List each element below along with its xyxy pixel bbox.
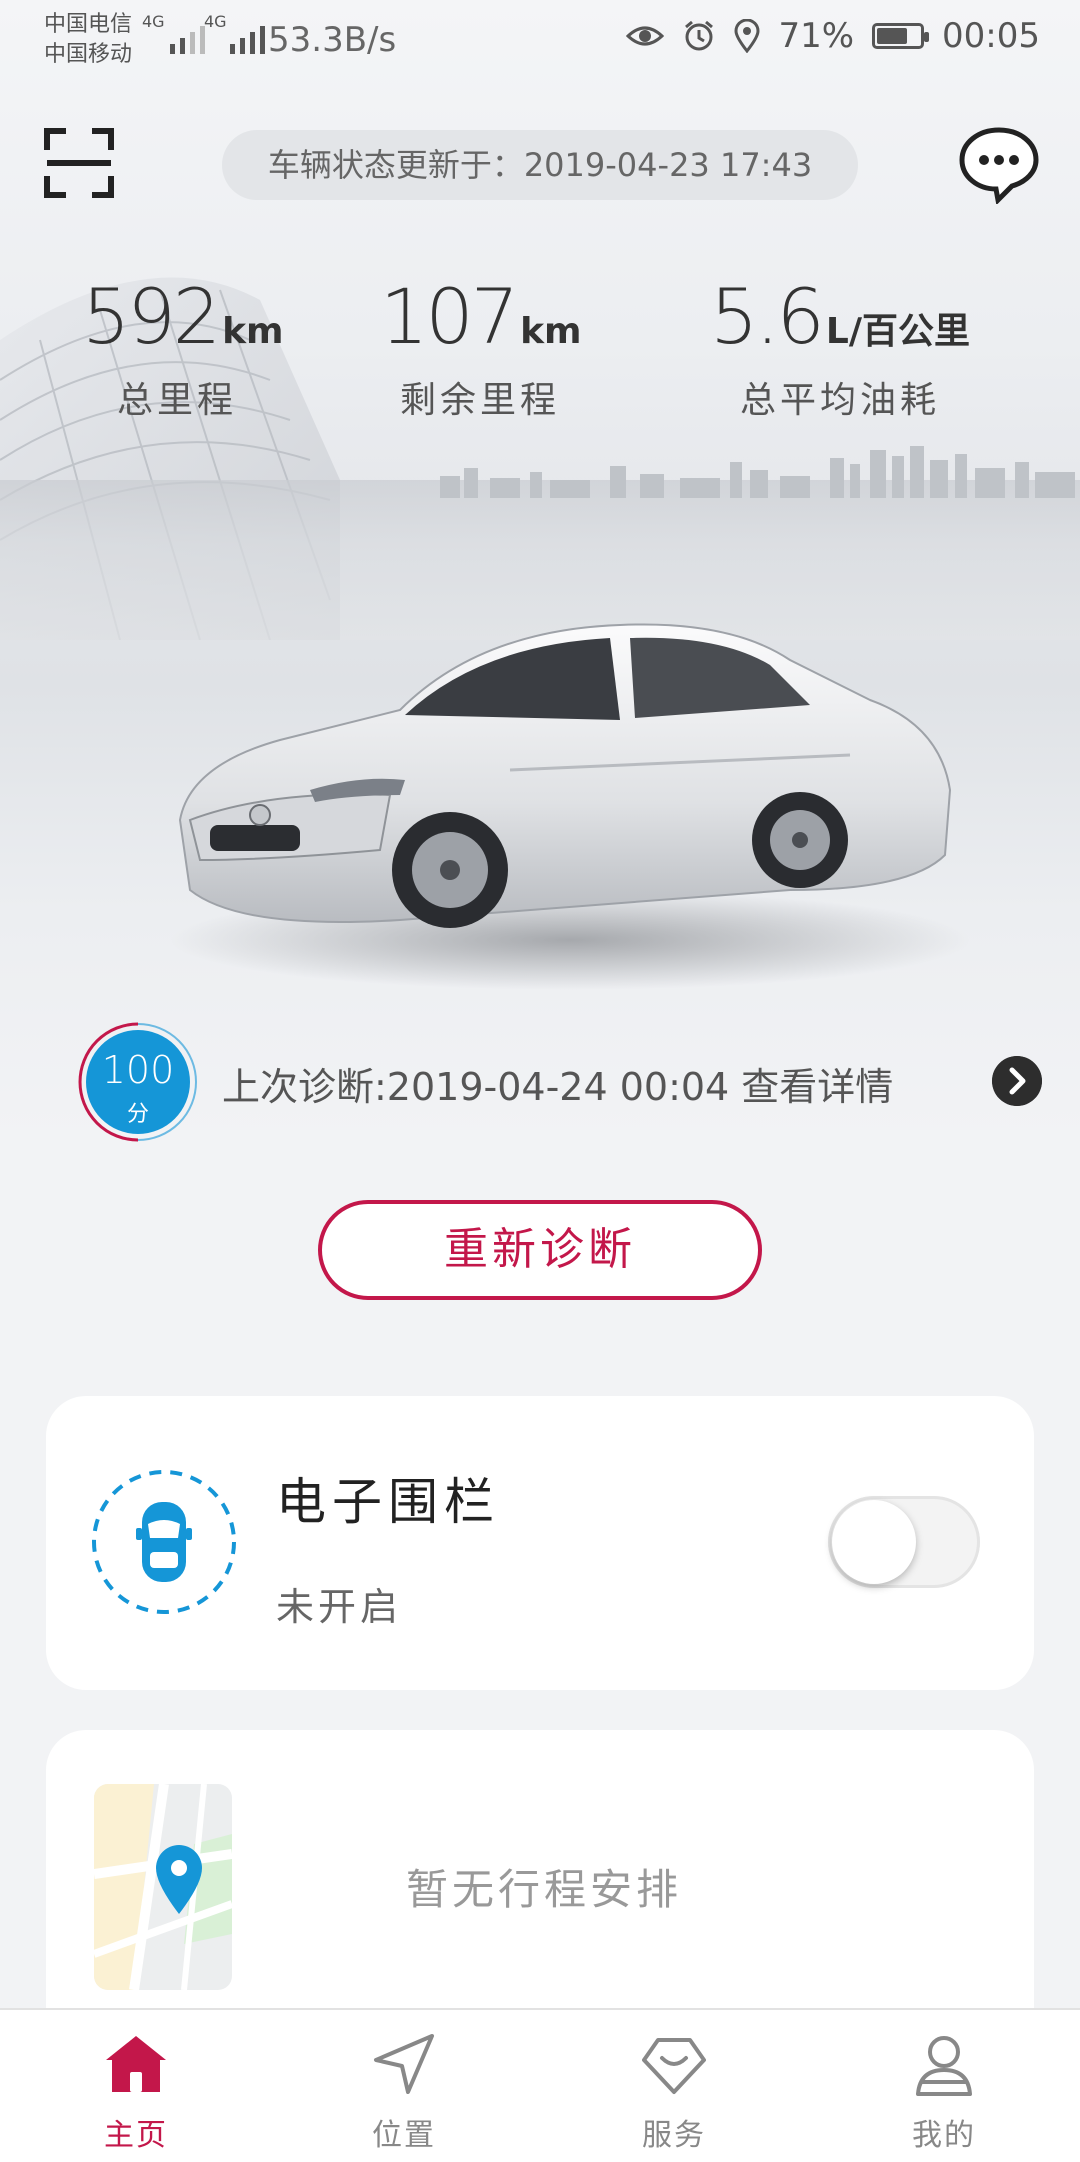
eye-icon xyxy=(626,26,665,46)
stat-avg-fuel: 5.6 L/百公里 总平均油耗 xyxy=(680,272,1000,423)
tab-label: 我的 xyxy=(912,2118,976,2153)
car-geofence-icon xyxy=(92,1470,236,1614)
trip-empty-text: 暂无行程安排 xyxy=(406,1865,683,1914)
service-icon xyxy=(642,2038,706,2094)
tab-label: 服务 xyxy=(642,2118,706,2153)
last-diagnosis-text[interactable]: 上次诊断:2019-04-24 00:04 查看详情 xyxy=(222,1056,893,1111)
stat-label: 总平均油耗 xyxy=(739,380,940,421)
stat-unit: L/百公里 xyxy=(825,311,970,352)
carrier-info: 中国电信 中国移动 xyxy=(44,10,132,70)
home-icon xyxy=(106,2036,166,2092)
geofence-toggle[interactable] xyxy=(828,1496,980,1588)
stat-label: 剩余里程 xyxy=(399,380,560,421)
geofence-status: 未开启 xyxy=(276,1585,403,1629)
tab-label: 主页 xyxy=(104,2118,168,2153)
stat-total-mileage: 592 km 总里程 xyxy=(82,272,284,423)
tab-label: 位置 xyxy=(372,2118,436,2153)
alarm-icon xyxy=(685,20,714,51)
stat-value: 592 xyxy=(82,272,221,361)
stat-label: 总里程 xyxy=(116,380,237,421)
battery-icon xyxy=(872,23,930,49)
chat-icon[interactable] xyxy=(958,126,1040,204)
clock: 00:05 xyxy=(942,16,1040,56)
car-image xyxy=(170,623,970,990)
status-update-label: 车辆状态更新于：2019-04-23 17:43 xyxy=(222,130,858,200)
stat-value: 107 xyxy=(380,272,519,361)
stat-unit: km xyxy=(222,311,284,352)
network-type-1: 4G xyxy=(142,12,165,31)
stat-remaining-mileage: 107 km 剩余里程 xyxy=(380,272,582,423)
geofence-card: 电子围栏 未开启 xyxy=(46,1396,1034,1690)
signal-icon: 4G xyxy=(142,12,205,54)
diagnosis-row[interactable]: 100 分 上次诊断:2019-04-24 00:04 查看详情 xyxy=(76,1020,1042,1144)
bottom-tab-bar: 主页 位置 服务 我的 xyxy=(0,2008,1080,2162)
stat-value: 5.6 xyxy=(710,272,825,361)
toggle-knob xyxy=(832,1500,916,1584)
stat-unit: km xyxy=(520,311,582,352)
tab-home[interactable]: 主页 xyxy=(36,2010,236,2162)
network-type-2: 4G xyxy=(204,12,227,31)
status-icons: 71% 00:05 xyxy=(626,16,1040,56)
location-icon xyxy=(734,19,760,53)
status-bar: 中国电信 中国移动 4G 4G 53.3B/s 71% 00:05 xyxy=(0,0,1080,80)
profile-icon xyxy=(916,2036,972,2096)
tab-service[interactable]: 服务 xyxy=(574,2010,774,2162)
scan-icon[interactable] xyxy=(44,128,114,198)
score-unit: 分 xyxy=(126,1102,149,1127)
city-skyline xyxy=(440,446,1075,498)
signal-icon-2: 4G xyxy=(204,12,265,54)
chevron-right-icon[interactable] xyxy=(992,1056,1042,1106)
carrier-2: 中国移动 xyxy=(44,42,133,67)
tab-location[interactable]: 位置 xyxy=(304,2010,504,2162)
navigate-icon xyxy=(374,2034,434,2094)
tab-profile[interactable]: 我的 xyxy=(844,2010,1044,2162)
score-value: 100 xyxy=(101,1048,175,1092)
network-speed: 53.3B/s xyxy=(268,20,397,60)
battery-percent: 71% xyxy=(778,16,855,56)
rediagnose-button[interactable]: 重新诊断 xyxy=(318,1200,762,1300)
carrier-1: 中国电信 xyxy=(44,12,133,37)
geofence-title: 电子围栏 xyxy=(276,1473,500,1531)
map-thumbnail xyxy=(94,1784,232,1990)
